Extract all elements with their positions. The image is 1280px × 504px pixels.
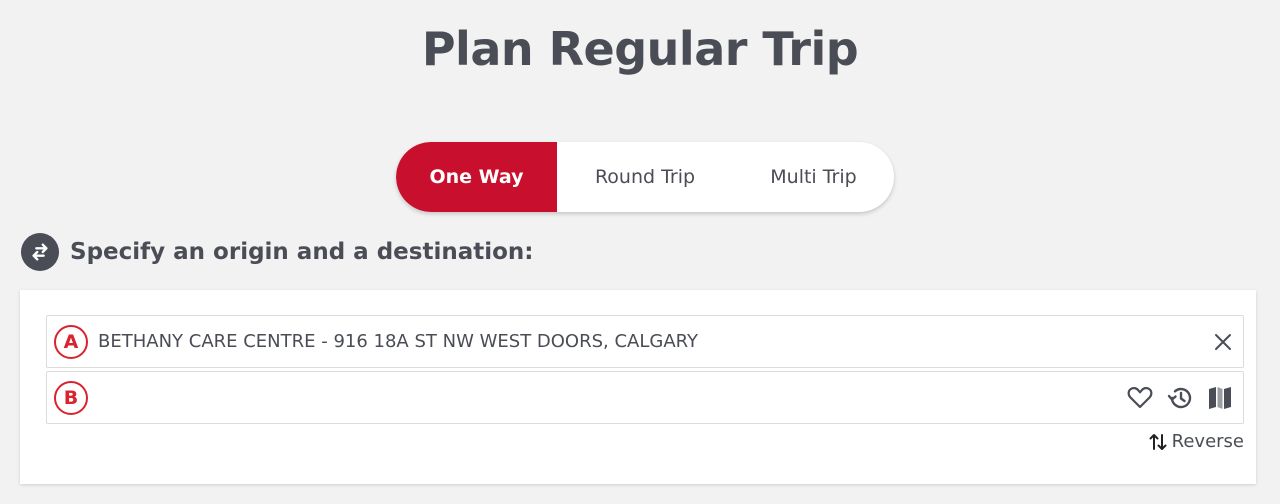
reverse-button[interactable]: Reverse — [1148, 431, 1244, 452]
reverse-label: Reverse — [1171, 431, 1244, 452]
tab-round-trip[interactable]: Round Trip — [557, 142, 733, 212]
favorite-heart-icon[interactable] — [1127, 386, 1153, 410]
page-title: Plan Regular Trip — [421, 22, 859, 76]
section-header: Specify an origin and a destination: — [21, 233, 533, 271]
section-label: Specify an origin and a destination: — [70, 239, 534, 265]
tab-one-way[interactable]: One Way — [396, 142, 557, 212]
destination-marker-icon: B — [54, 380, 88, 415]
history-icon[interactable] — [1167, 385, 1193, 411]
trip-type-selector: One Way Round Trip Multi Trip — [396, 142, 894, 212]
clear-icon[interactable] — [1213, 332, 1233, 352]
map-icon[interactable] — [1207, 385, 1233, 411]
origin-field: A — [46, 315, 1244, 368]
reverse-arrows-icon — [1149, 433, 1167, 450]
tab-multi-trip[interactable]: Multi Trip — [733, 142, 894, 212]
origin-input[interactable] — [98, 316, 1213, 367]
destination-field: B — [46, 371, 1244, 424]
trip-form-card: A BETHANY CARE CENTRE - 916 18A ST NW WE… — [20, 290, 1256, 484]
destination-input[interactable] — [98, 372, 1127, 423]
swap-horizontal-icon — [21, 233, 59, 271]
origin-marker-icon: A — [54, 324, 88, 359]
